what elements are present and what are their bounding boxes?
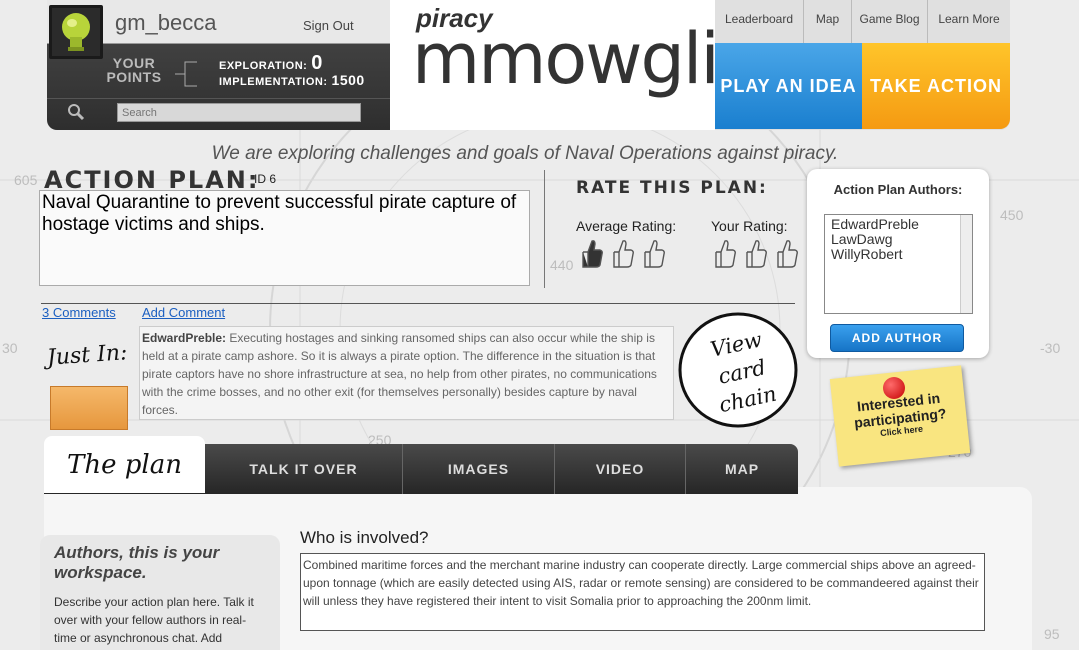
authors-title: Action Plan Authors: [833,182,963,197]
thumb-up-icon[interactable] [743,238,768,270]
logo[interactable]: piracy mmowgli [390,0,720,130]
implementation-row: IMPLEMENTATION: 1500 [219,72,365,88]
tab-talk-it-over[interactable]: TALK IT OVER [205,444,402,494]
add-comment-link[interactable]: Add Comment [142,305,225,320]
authors-panel: Action Plan Authors: EdwardPreble LawDaw… [807,169,989,358]
average-rating-label: Average Rating: [576,218,677,234]
latest-comment: EdwardPreble: Executing hostages and sin… [139,326,674,420]
implementation-label: IMPLEMENTATION: [219,76,328,88]
bg-number: 440 [550,257,574,273]
exploration-value: 0 [311,52,323,74]
nav-map[interactable]: Map [803,0,851,43]
thumb-up-icon [644,240,665,268]
points-label: YOUR POINTS [106,55,162,85]
nav-leaderboard[interactable]: Leaderboard [715,0,803,43]
thumb-up-icon [613,240,634,268]
bg-number: 30 [2,340,18,356]
authors-scrollbar[interactable] [960,215,972,313]
exploration-label: EXPLORATION: [219,60,308,72]
author-item[interactable]: LawDawg [831,232,966,247]
sign-out-link[interactable]: Sign Out [303,18,354,33]
username: gm_becca [115,10,217,35]
envelope-icon [50,386,128,430]
implementation-value: 1500 [331,72,365,88]
author-item[interactable]: WillyRobert [831,247,966,262]
thumb-up-filled-icon [582,240,603,268]
bg-number: 95 [1044,626,1060,642]
who-involved-title: Who is involved? [300,528,429,547]
comments-link[interactable]: 3 Comments [42,305,116,320]
average-rating-thumbs [579,238,666,270]
who-involved-text[interactable]: Combined maritime forces and the merchan… [300,553,985,631]
divider [41,303,795,304]
tab-video[interactable]: VIDEO [554,444,685,494]
add-author-button[interactable]: ADD AUTHOR [830,324,964,352]
nav-panel: Leaderboard Map Game Blog Learn More PLA… [715,0,1010,130]
workspace-text: Describe your action plan here. Talk it … [54,595,254,645]
take-action-button[interactable]: TAKE ACTION [862,43,1010,129]
authors-list[interactable]: EdwardPreble LawDawg WillyRobert [824,214,973,314]
tagline: We are exploring challenges and goals of… [211,143,839,164]
thumb-up-icon[interactable] [774,238,799,270]
push-pin-icon [883,377,905,399]
rate-heading: RATE THIS PLAN: [576,178,768,198]
play-an-idea-button[interactable]: PLAY AN IDEA [715,43,862,129]
action-plan-title[interactable]: Naval Quarantine to prevent successful p… [39,190,530,286]
author-item[interactable]: EdwardPreble [831,217,966,232]
comment-author[interactable]: EdwardPreble: [142,331,226,345]
user-panel: gm_becca Sign Out YOUR POINTS EXPLORATIO… [47,0,390,130]
tab-map[interactable]: MAP [685,444,798,494]
your-rating-label: Your Rating: [711,218,788,234]
divider [544,170,545,288]
plan-tabs: The plan TALK IT OVER IMAGES VIDEO MAP [44,436,798,494]
workspace-card: Authors, this is your workspace. Describ… [40,535,280,650]
search-input[interactable] [117,103,361,122]
tab-images[interactable]: IMAGES [402,444,554,494]
avatar[interactable] [49,5,103,59]
search-icon[interactable] [67,103,85,121]
logo-mmowgli-text: mmowgli [412,18,720,100]
action-plan-id: ID 6 [254,172,277,186]
nav-game-blog[interactable]: Game Blog [851,0,927,43]
bg-number: -30 [1040,340,1061,356]
bg-number: 605 [14,172,38,188]
nav-learn-more[interactable]: Learn More [927,0,1010,43]
search-row [47,98,390,124]
tab-the-plan[interactable]: The plan [44,436,205,493]
avatar-icon [62,13,90,51]
view-card-chain-link[interactable]: View card chain [694,323,790,422]
thumb-up-icon[interactable] [712,238,737,270]
nav-links: Leaderboard Map Game Blog Learn More [715,0,1010,43]
points-bracket-icon [175,61,197,87]
header: gm_becca Sign Out YOUR POINTS EXPLORATIO… [30,0,1010,130]
workspace-title: Authors, this is your workspace. [54,543,220,582]
your-rating-thumbs [712,238,799,270]
bg-number: 450 [1000,207,1024,223]
